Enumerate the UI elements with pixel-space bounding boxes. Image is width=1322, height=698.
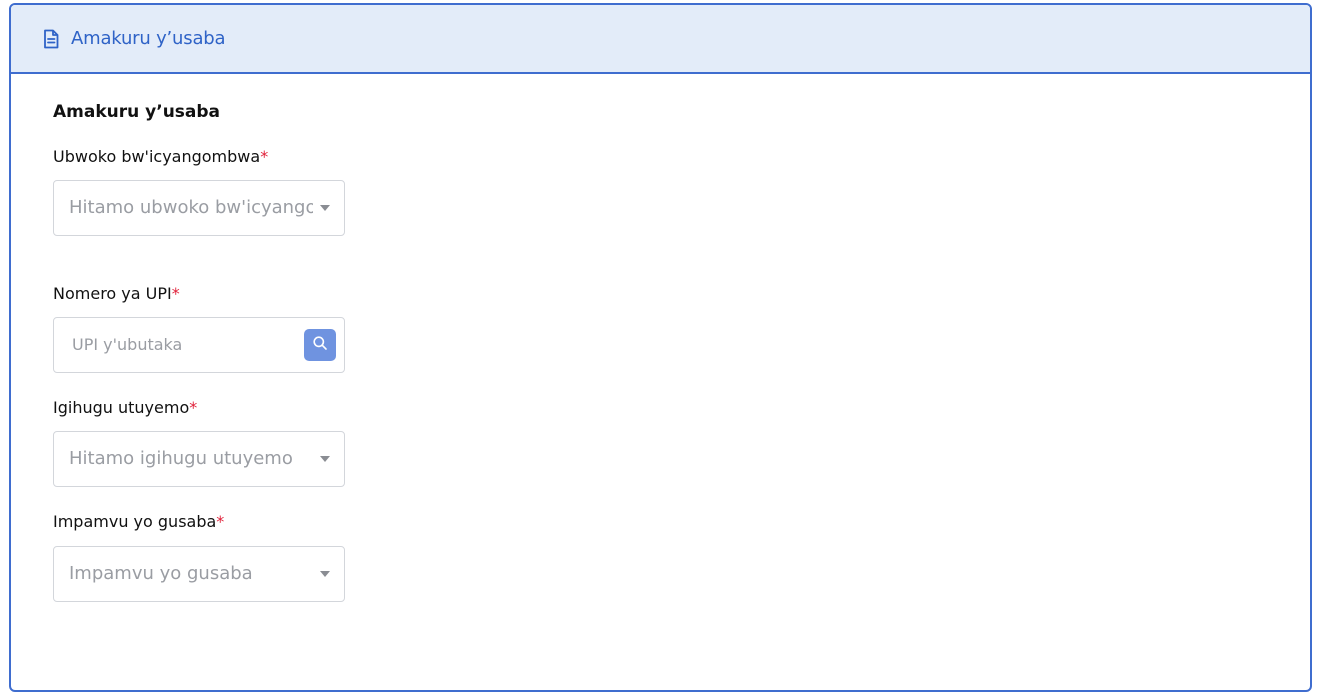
reason-label-text: Impamvu yo gusaba — [53, 512, 217, 531]
chevron-down-icon — [320, 571, 330, 577]
applicant-info-card: Amakuru y’usaba Amakuru y’usaba Ubwoko b… — [9, 3, 1312, 692]
upi-label-text: Nomero ya UPI — [53, 284, 172, 303]
upi-label: Nomero ya UPI* — [53, 284, 180, 303]
country-label: Igihugu utuyemo* — [53, 398, 197, 417]
required-mark: * — [216, 512, 225, 531]
chevron-down-icon — [320, 456, 330, 462]
land-type-label: Ubwoko bw'icyangombwa* — [53, 147, 268, 166]
section-title: Amakuru y’usaba — [53, 102, 221, 122]
country-select[interactable]: Hitamo igihugu utuyemo — [53, 431, 345, 487]
search-icon — [312, 335, 328, 355]
land-type-select-placeholder: Hitamo ubwoko bw'icyangombwa — [69, 197, 313, 218]
required-mark: * — [189, 398, 198, 417]
chevron-down-icon — [320, 205, 330, 211]
document-icon — [40, 28, 62, 50]
card-header: Amakuru y’usaba — [11, 5, 1310, 74]
land-type-select[interactable]: Hitamo ubwoko bw'icyangombwa — [53, 180, 345, 236]
reason-label: Impamvu yo gusaba* — [53, 512, 224, 531]
land-type-label-text: Ubwoko bw'icyangombwa — [53, 147, 261, 166]
reason-select[interactable]: Impamvu yo gusaba — [53, 546, 345, 602]
upi-search-button[interactable] — [304, 329, 336, 361]
country-select-placeholder: Hitamo igihugu utuyemo — [69, 448, 293, 469]
reason-select-placeholder: Impamvu yo gusaba — [69, 563, 253, 584]
upi-input-group — [53, 317, 345, 373]
upi-input[interactable] — [70, 318, 290, 372]
required-mark: * — [171, 284, 180, 303]
required-mark: * — [260, 147, 269, 166]
country-label-text: Igihugu utuyemo — [53, 398, 190, 417]
card-header-title: Amakuru y’usaba — [71, 28, 226, 49]
